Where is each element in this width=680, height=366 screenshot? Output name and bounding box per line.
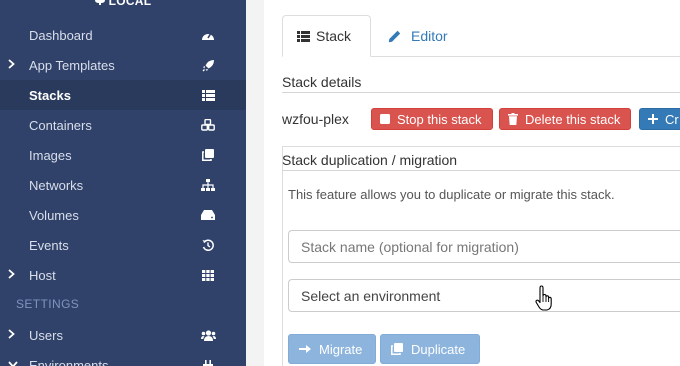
tab-editor[interactable]: Editor [374, 15, 462, 57]
create-template-label: Cr [665, 111, 679, 127]
chevron-down-icon [8, 359, 18, 366]
environment-select[interactable]: Select an environment [288, 279, 680, 312]
sidebar-item-stacks[interactable]: Stacks [0, 80, 246, 110]
environment-name: LOCAL [108, 0, 152, 8]
history-icon [198, 238, 218, 252]
chevron-right-icon [8, 328, 15, 342]
sidebar-item-label: Volumes [29, 207, 79, 223]
sidebar-item-label: Environments [29, 357, 109, 366]
th-list-icon [297, 30, 310, 42]
divider [282, 170, 680, 171]
sidebar-item-label: Stacks [29, 87, 71, 103]
duplicate-label: Duplicate [411, 341, 466, 357]
stack-name-placeholder: Stack name (optional for migration) [301, 238, 519, 255]
delete-stack-button[interactable]: Delete this stack [499, 108, 631, 130]
environment-select-value: Select an environment [301, 287, 441, 304]
stack-details-title: Stack details [282, 74, 362, 90]
sitemap-icon [198, 178, 218, 192]
clone-icon [198, 148, 218, 162]
sidebar-item-events[interactable]: Events [0, 230, 246, 260]
chevron-right-icon [8, 268, 15, 282]
create-template-button[interactable]: Cr [639, 108, 680, 130]
pencil-icon [388, 30, 401, 43]
sidebar-item-app-templates[interactable]: App Templates [0, 50, 246, 80]
stack-name-input[interactable]: Stack name (optional for migration) [288, 230, 680, 263]
duplicate-button[interactable]: Duplicate [380, 334, 480, 364]
sidebar-item-label: Networks [29, 177, 84, 193]
sidebar: LOCAL Dashboard App Templates Stacks Con… [0, 0, 246, 366]
sidebar-item-environments[interactable]: Environments [0, 350, 246, 366]
tab-bar: Stack Editor [282, 15, 680, 57]
sidebar-item-dashboard[interactable]: Dashboard [0, 20, 246, 50]
tab-stack[interactable]: Stack [282, 15, 371, 57]
tab-editor-label: Editor [411, 28, 448, 44]
migration-title: Stack duplication / migration [282, 152, 458, 168]
chevron-right-icon [8, 58, 15, 72]
rocket-icon [198, 58, 218, 72]
migrate-button[interactable]: Migrate [288, 334, 376, 364]
plug-icon [198, 358, 218, 366]
delete-stack-label: Delete this stack [525, 111, 621, 127]
hdd-icon [198, 208, 218, 222]
sidebar-item-volumes[interactable]: Volumes [0, 200, 246, 230]
plus-icon [648, 114, 658, 124]
sidebar-item-label: Host [29, 267, 56, 283]
plug-icon [94, 0, 105, 8]
sidebar-item-label: Dashboard [29, 27, 93, 43]
sidebar-item-label: App Templates [29, 57, 115, 73]
users-icon [198, 328, 218, 342]
environment-title: LOCAL [0, 0, 246, 14]
settings-section-header: SETTINGS [16, 297, 80, 311]
stack-name: wzfou-plex [282, 111, 349, 127]
sidebar-item-containers[interactable]: Containers [0, 110, 246, 140]
stop-stack-button[interactable]: Stop this stack [371, 108, 493, 130]
hand-cursor-icon [535, 285, 553, 313]
tachometer-icon [198, 28, 218, 42]
clone-icon [391, 343, 403, 355]
sidebar-item-users[interactable]: Users [0, 320, 246, 350]
sidebar-item-label: Images [29, 147, 72, 163]
trash-icon [508, 113, 518, 125]
tab-stack-label: Stack [316, 28, 352, 44]
arrow-right-icon [299, 345, 311, 353]
cubes-icon [198, 118, 218, 132]
sidebar-item-label: Containers [29, 117, 92, 133]
stop-icon [380, 114, 390, 124]
stop-stack-label: Stop this stack [397, 111, 482, 127]
th-list-icon [198, 88, 218, 102]
sidebar-item-host[interactable]: Host [0, 260, 246, 290]
sidebar-item-label: Events [29, 237, 69, 253]
migrate-label: Migrate [319, 341, 363, 357]
sidebar-item-networks[interactable]: Networks [0, 170, 246, 200]
sidebar-item-label: Users [29, 327, 63, 343]
migration-description: This feature allows you to duplicate or … [288, 187, 615, 202]
sidebar-item-images[interactable]: Images [0, 140, 246, 170]
th-icon [198, 268, 218, 282]
divider [282, 92, 680, 93]
